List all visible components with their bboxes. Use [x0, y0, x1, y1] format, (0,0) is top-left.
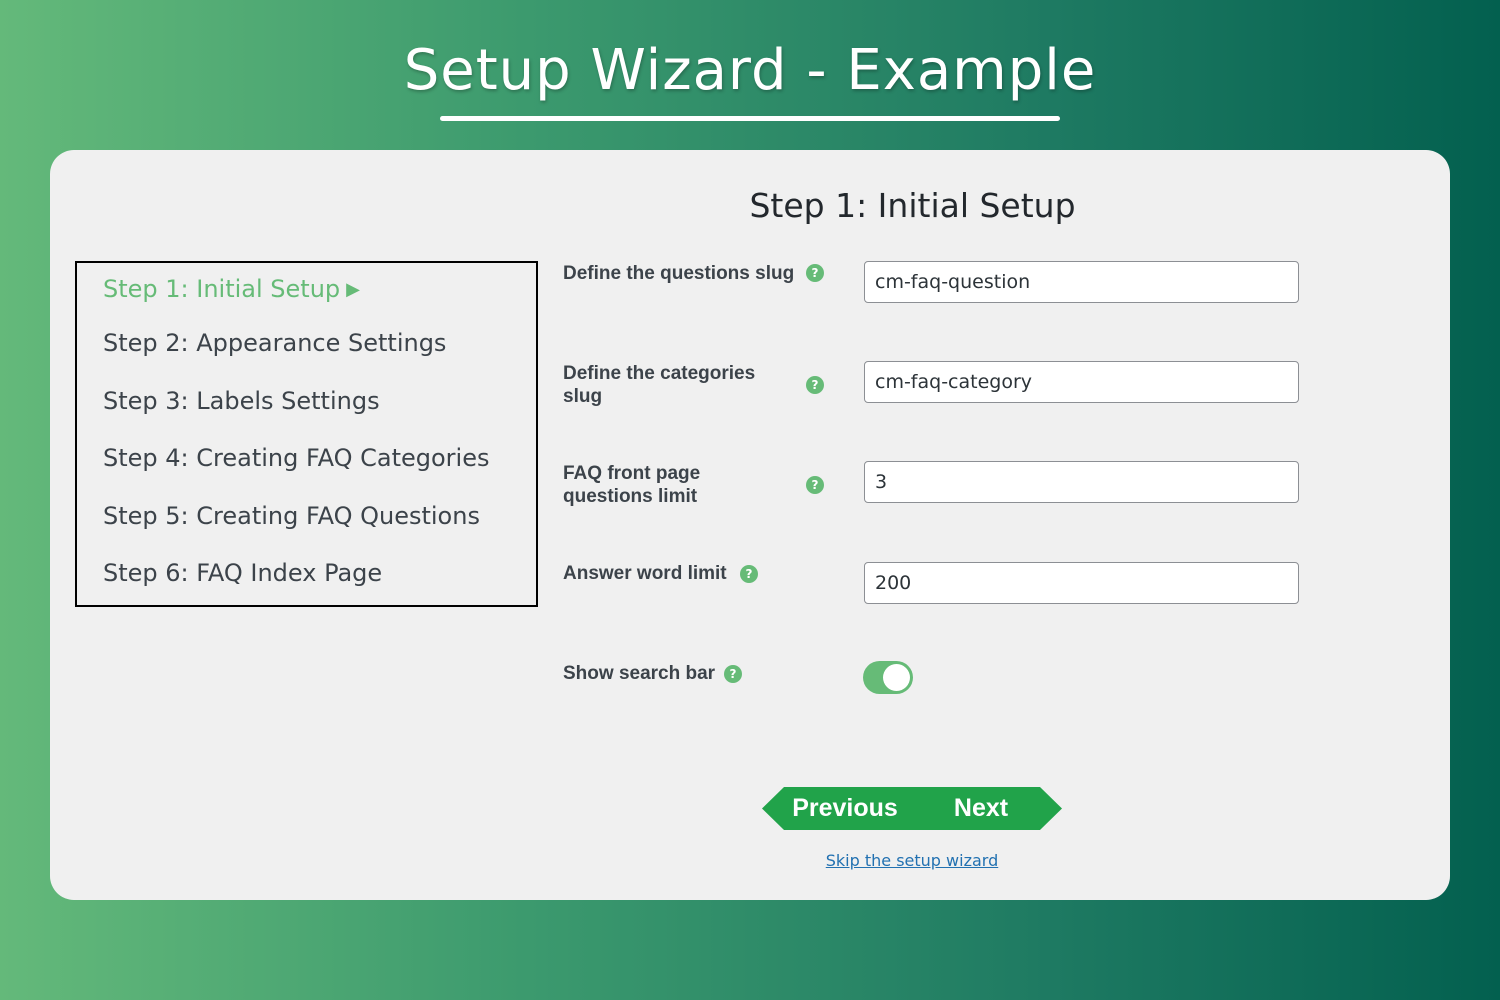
step-item-label: Step 1: Initial Setup — [103, 275, 341, 303]
previous-button[interactable]: Previous — [762, 787, 914, 830]
step-item-faq-categories[interactable]: Step 4: Creating FAQ Categories — [103, 444, 489, 472]
front-page-limit-input[interactable] — [864, 461, 1299, 503]
step-item-appearance-settings[interactable]: Step 2: Appearance Settings — [103, 329, 446, 357]
step-heading: Step 1: Initial Setup — [749, 186, 1076, 225]
step-item-label: Step 5: Creating FAQ Questions — [103, 502, 480, 530]
front-page-limit-label-line2: questions limit — [563, 486, 698, 507]
questions-slug-input[interactable] — [864, 261, 1299, 303]
page-title: Setup Wizard - Example — [403, 38, 1097, 103]
answer-word-limit-input[interactable] — [864, 562, 1299, 604]
next-button[interactable]: Next — [914, 787, 1062, 830]
show-search-bar-help-icon[interactable]: ? — [724, 665, 742, 683]
categories-slug-label-line1: Define the categories — [563, 363, 756, 384]
step-item-label: Step 2: Appearance Settings — [103, 329, 447, 357]
current-step-arrow-icon: ▶ — [346, 279, 360, 300]
questions-slug-label: Define the questions slug — [563, 263, 795, 284]
questions-slug-help-icon[interactable]: ? — [806, 264, 824, 282]
step-item-label: Step 3: Labels Settings — [103, 387, 380, 415]
front-page-limit-label-line1: FAQ front page — [563, 463, 701, 484]
categories-slug-input[interactable] — [864, 361, 1299, 403]
title-underline — [440, 116, 1060, 121]
step-item-label: Step 6: FAQ Index Page — [103, 559, 383, 587]
skip-wizard-link[interactable]: Skip the setup wizard — [760, 851, 1064, 870]
show-search-bar-label: Show search bar — [563, 663, 716, 684]
front-page-limit-label: FAQ front page questions limit — [563, 462, 700, 508]
show-search-bar-toggle[interactable] — [863, 661, 913, 694]
steps-list: Step 1: Initial Setup ▶ Step 2: Appearanc… — [75, 261, 538, 607]
step-item-labels-settings[interactable]: Step 3: Labels Settings — [103, 387, 380, 415]
answer-word-limit-help-icon[interactable]: ? — [740, 565, 758, 583]
categories-slug-help-icon[interactable]: ? — [806, 376, 824, 394]
categories-slug-label: Define the categories slug — [563, 362, 755, 408]
answer-word-limit-label: Answer word limit — [563, 563, 727, 584]
step-item-label: Step 4: Creating FAQ Categories — [103, 444, 490, 472]
step-item-faq-index-page[interactable]: Step 6: FAQ Index Page — [103, 559, 382, 587]
front-page-limit-help-icon[interactable]: ? — [806, 476, 824, 494]
toggle-knob — [883, 664, 910, 691]
step-item-initial-setup[interactable]: Step 1: Initial Setup ▶ — [103, 275, 360, 303]
step-item-faq-questions[interactable]: Step 5: Creating FAQ Questions — [103, 502, 480, 530]
categories-slug-label-line2: slug — [563, 386, 603, 407]
